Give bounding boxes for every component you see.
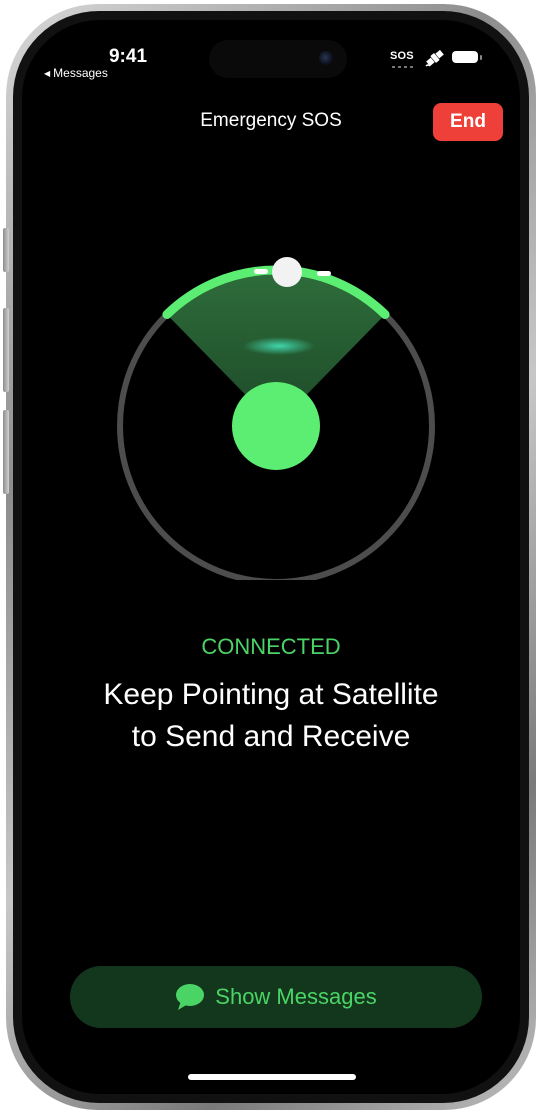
signal-dots <box>392 66 414 68</box>
instruction-headline: Keep Pointing at Satellite to Send and R… <box>22 674 520 758</box>
back-to-messages-link[interactable]: ◀ Messages <box>44 66 108 80</box>
home-indicator[interactable] <box>188 1074 356 1080</box>
satellite-marker-left-dash <box>254 269 268 274</box>
show-messages-button[interactable]: Show Messages <box>70 966 482 1028</box>
message-bubble-icon <box>176 984 205 1010</box>
satellite-icon <box>425 49 444 67</box>
satellite-marker-right-dash <box>317 271 331 276</box>
status-time: 9:41 <box>108 46 148 67</box>
satellite-pointer[interactable] <box>22 220 520 580</box>
sos-indicator: SOS <box>390 50 414 62</box>
dynamic-island <box>209 40 347 78</box>
action-button <box>3 228 9 272</box>
back-app-label: Messages <box>53 66 108 80</box>
headline-line-1: Keep Pointing at Satellite <box>103 678 439 711</box>
satellite-marker <box>272 257 302 287</box>
volume-down-button <box>3 410 9 494</box>
battery-icon <box>452 51 482 63</box>
headline-line-2: to Send and Receive <box>131 720 411 753</box>
connection-status: CONNECTED <box>201 634 341 659</box>
volume-up-button <box>3 308 9 392</box>
back-triangle-icon: ◀ <box>44 69 51 78</box>
aim-glow <box>243 337 315 355</box>
show-messages-label: Show Messages <box>215 984 377 1009</box>
screen: 9:41 ◀ Messages SOS Emergency SOS End CO… <box>22 20 520 1094</box>
phone-position-dot <box>232 382 320 470</box>
end-button[interactable]: End <box>433 103 503 141</box>
camera-icon <box>319 51 333 65</box>
